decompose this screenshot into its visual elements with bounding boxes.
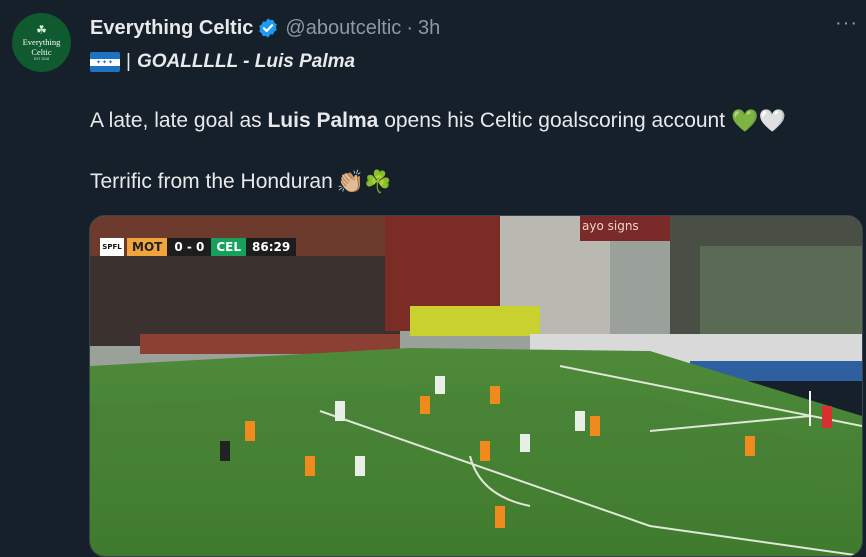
scoreboard: SPFL MOT 0 - 0 CEL 86:29 <box>100 237 297 257</box>
hearts-emoji: 💚🤍 <box>731 108 786 133</box>
author-avatar[interactable]: ☘ Everything Celtic EST 2018 <box>12 13 71 72</box>
honduras-flag-icon: ✦✦✦ <box>90 52 120 72</box>
avatar-text: Everything Celtic <box>22 36 61 57</box>
headline-text: GOALLLLL - Luis Palma <box>136 51 356 72</box>
headline-separator: | <box>126 51 131 72</box>
scoreboard-away-team: CEL <box>211 238 247 256</box>
avatar-subtext: EST 2018 <box>33 56 50 61</box>
author-handle[interactable]: @aboutceltic <box>285 17 401 40</box>
meta-separator: · <box>406 16 413 39</box>
tweet-video[interactable]: ayo signs SPFL MOT 0 - 0 CEL 86:29 <box>89 215 863 557</box>
scoreboard-score: 0 - 0 <box>167 238 212 256</box>
author-display-name[interactable]: Everything Celtic <box>90 17 253 40</box>
tweet-timestamp[interactable]: 3h <box>418 17 440 40</box>
tweet-text-bold-name: Luis Palma <box>267 109 379 132</box>
league-logo-icon: SPFL <box>100 238 124 256</box>
tweet-text-pre: A late, late goal as <box>90 109 262 132</box>
tweet-text-line2-text: Terrific from the Honduran <box>90 170 333 193</box>
tweet-header: Everything Celtic @aboutceltic · 3h <box>90 14 440 42</box>
clover-icon: ☘ <box>36 22 47 37</box>
scoreboard-clock: 86:29 <box>246 238 297 256</box>
tweet-text-line-1: A late, late goal as Luis Palma opens hi… <box>90 108 786 134</box>
scoreboard-home-team: MOT <box>127 238 168 256</box>
tweet-text-post: opens his Celtic goalscoring account <box>384 109 726 132</box>
clap-clover-emoji: 👏🏼☘️ <box>336 169 392 194</box>
tweet-text-line-2: Terrific from the Honduran 👏🏼☘️ <box>90 169 392 195</box>
sponsor-text: ayo signs <box>582 219 639 233</box>
headline: ✦✦✦ | GOALLLLL - Luis Palma <box>90 50 355 74</box>
verified-badge-icon[interactable] <box>257 17 279 39</box>
video-frame: ayo signs <box>90 216 862 556</box>
more-options-icon[interactable]: ··· <box>835 12 858 35</box>
